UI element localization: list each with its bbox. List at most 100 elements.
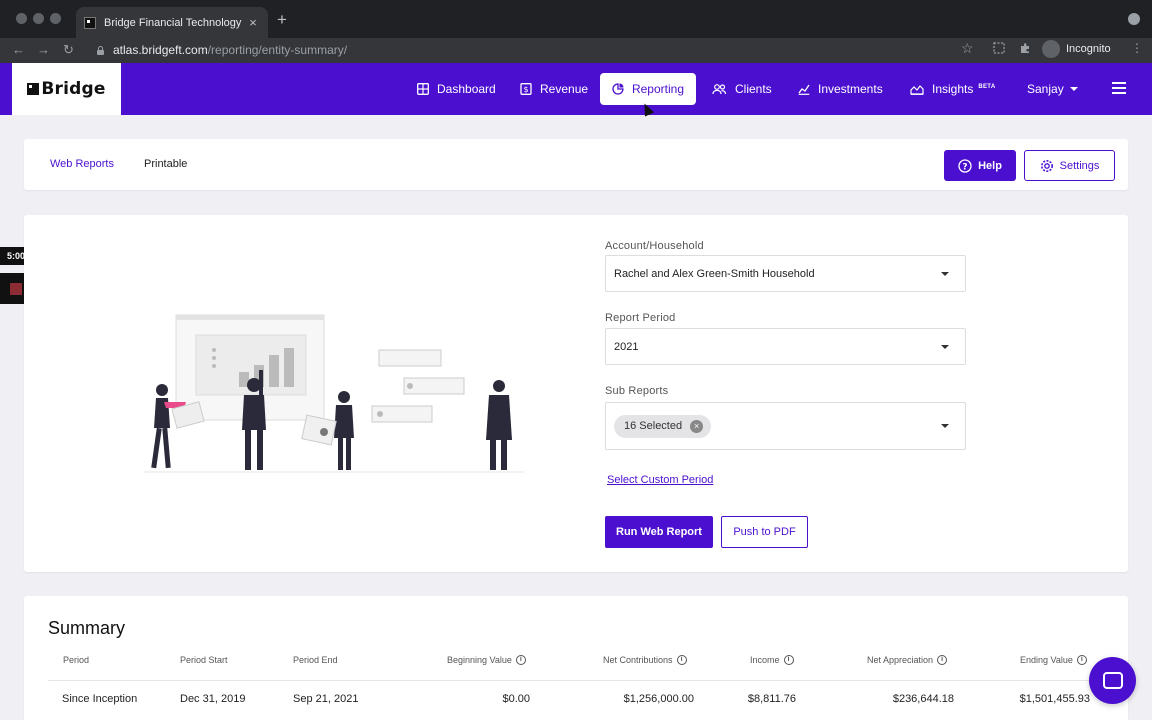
bookmark-star-icon[interactable]: ☆	[961, 40, 974, 57]
url-path: /reporting/entity-summary/	[207, 43, 348, 57]
cell-ending-value: $1,501,455.93	[1019, 693, 1090, 705]
user-menu[interactable]: Sanjay	[1027, 73, 1078, 105]
area-chart-icon	[910, 85, 924, 95]
col-period-start: Period Start	[180, 655, 228, 665]
browser-tabstrip: Bridge Financial Technology × +	[0, 0, 1152, 38]
forward-icon[interactable]: →	[37, 41, 50, 59]
logo-mark-icon	[27, 83, 40, 95]
help-label: Help	[978, 159, 1002, 172]
nav-revenue[interactable]: $ Revenue	[520, 73, 588, 105]
chevron-down-icon	[941, 344, 949, 349]
nav-investments-label: Investments	[818, 82, 883, 96]
col-income: Income i	[750, 655, 794, 665]
sub-reports-select[interactable]: 16 Selected ×	[605, 402, 966, 450]
info-icon[interactable]: i	[515, 655, 526, 665]
browser-tab[interactable]: Bridge Financial Technology ×	[76, 7, 268, 38]
nav-clients[interactable]: Clients	[712, 73, 772, 105]
selected-chip-label: 16 Selected	[624, 420, 683, 432]
account-value: Rachel and Alex Green-Smith Household	[614, 267, 815, 280]
cell-net-appreciation: $236,644.18	[892, 693, 954, 705]
hamburger-menu-icon[interactable]	[1112, 82, 1126, 94]
extension-box-icon[interactable]	[993, 42, 1005, 57]
col-beginning-value: Beginning Value i	[447, 655, 526, 665]
cell-period-start: Dec 31, 2019	[180, 693, 246, 705]
address-bar[interactable]: atlas.bridgeft.com /reporting/entity-sum…	[86, 39, 986, 61]
app-navbar: Bridge Dashboard $ Revenue Reporting Cli…	[0, 63, 1152, 115]
stop-square-icon	[10, 282, 22, 295]
col-net-appreciation: Net Appreciation i	[867, 655, 948, 665]
col-period: Period	[63, 655, 90, 665]
summary-card: Summary Period Period Start Period End B…	[24, 596, 1128, 720]
settings-button[interactable]: Settings	[1024, 150, 1115, 181]
cell-period-end: Sep 21, 2021	[293, 693, 359, 705]
svg-text:$: $	[523, 85, 528, 94]
team-presentation-illustration	[144, 314, 524, 473]
tab-printable[interactable]: Printable	[144, 158, 187, 170]
nav-insights[interactable]: Insights BETA	[910, 73, 995, 105]
incognito-label: Incognito	[1066, 43, 1111, 55]
nav-revenue-label: Revenue	[540, 82, 589, 96]
nav-dashboard-label: Dashboard	[437, 82, 496, 96]
help-button[interactable]: ? Help	[944, 150, 1016, 181]
push-to-pdf-button[interactable]: Push to PDF	[721, 516, 808, 548]
bridge-logo[interactable]: Bridge	[12, 63, 121, 115]
col-period-end: Period End	[293, 655, 338, 665]
cell-beginning-value: $0.00	[502, 693, 530, 705]
reload-icon[interactable]: ↻	[63, 41, 74, 59]
report-type-bar: Web Reports Printable ? Help Settings	[24, 139, 1128, 190]
chevron-down-icon	[941, 271, 949, 276]
selected-chip: 16 Selected ×	[614, 414, 712, 438]
cell-period: Since Inception	[62, 693, 138, 705]
window-minimize-dot[interactable]	[33, 13, 44, 24]
sub-reports-label: Sub Reports	[605, 385, 669, 397]
beta-badge: BETA	[978, 84, 996, 90]
dollar-icon: $	[520, 83, 532, 95]
browser-toolbar: ← → ↻ atlas.bridgeft.com /reporting/enti…	[0, 38, 1152, 63]
nav-reporting[interactable]: Reporting	[600, 73, 696, 105]
chevron-down-icon	[1069, 87, 1078, 91]
chevron-down-icon	[941, 424, 949, 428]
col-ending-value: Ending Value i	[1020, 655, 1087, 665]
favicon-icon	[84, 16, 96, 29]
info-icon[interactable]: i	[1076, 655, 1087, 665]
new-tab-icon[interactable]: +	[277, 11, 287, 28]
cell-net-contributions: $1,256,000.00	[623, 693, 694, 705]
tab-close-icon[interactable]: ×	[246, 15, 260, 30]
url-host: atlas.bridgeft.com	[113, 43, 208, 57]
window-close-dot[interactable]	[16, 13, 27, 24]
lock-icon	[96, 45, 105, 55]
window-zoom-dot[interactable]	[50, 13, 61, 24]
chat-support-button[interactable]	[1089, 657, 1136, 704]
cell-income: $8,811.76	[747, 693, 796, 705]
account-select[interactable]: Rachel and Alex Green-Smith Household	[605, 255, 966, 292]
select-custom-period-link[interactable]: Select Custom Period	[607, 474, 713, 486]
users-icon	[712, 84, 727, 95]
clear-selection-icon[interactable]: ×	[690, 419, 704, 433]
back-icon[interactable]: ←	[12, 41, 25, 59]
report-form-card: Account/Household Rachel and Alex Green-…	[24, 215, 1128, 572]
settings-label: Settings	[1059, 159, 1100, 172]
period-select[interactable]: 2021	[605, 328, 966, 365]
gear-icon	[1040, 159, 1053, 172]
nav-clients-label: Clients	[735, 82, 772, 96]
info-icon[interactable]: i	[783, 655, 794, 665]
nav-dashboard[interactable]: Dashboard	[417, 73, 496, 105]
period-label: Report Period	[605, 312, 676, 324]
nav-reporting-label: Reporting	[631, 82, 684, 96]
info-icon[interactable]: i	[676, 655, 687, 665]
run-web-report-button[interactable]: Run Web Report	[605, 516, 713, 548]
grid-icon	[417, 83, 429, 95]
period-value: 2021	[614, 340, 639, 353]
tab-search-icon[interactable]	[1128, 13, 1140, 25]
nav-insights-label: Insights	[932, 82, 974, 96]
tab-web-reports[interactable]: Web Reports	[50, 158, 114, 170]
help-circle-icon: ?	[958, 158, 972, 173]
browser-menu-icon[interactable]: ⋮	[1131, 41, 1143, 55]
logo-text: Bridge	[41, 79, 106, 99]
nav-investments[interactable]: Investments	[798, 73, 883, 105]
puzzle-extensions-icon[interactable]	[1019, 42, 1031, 57]
tab-title: Bridge Financial Technology	[104, 16, 242, 29]
info-icon[interactable]: i	[937, 655, 948, 665]
incognito-profile[interactable]: Incognito	[1042, 40, 1111, 58]
summary-divider	[48, 680, 1104, 681]
